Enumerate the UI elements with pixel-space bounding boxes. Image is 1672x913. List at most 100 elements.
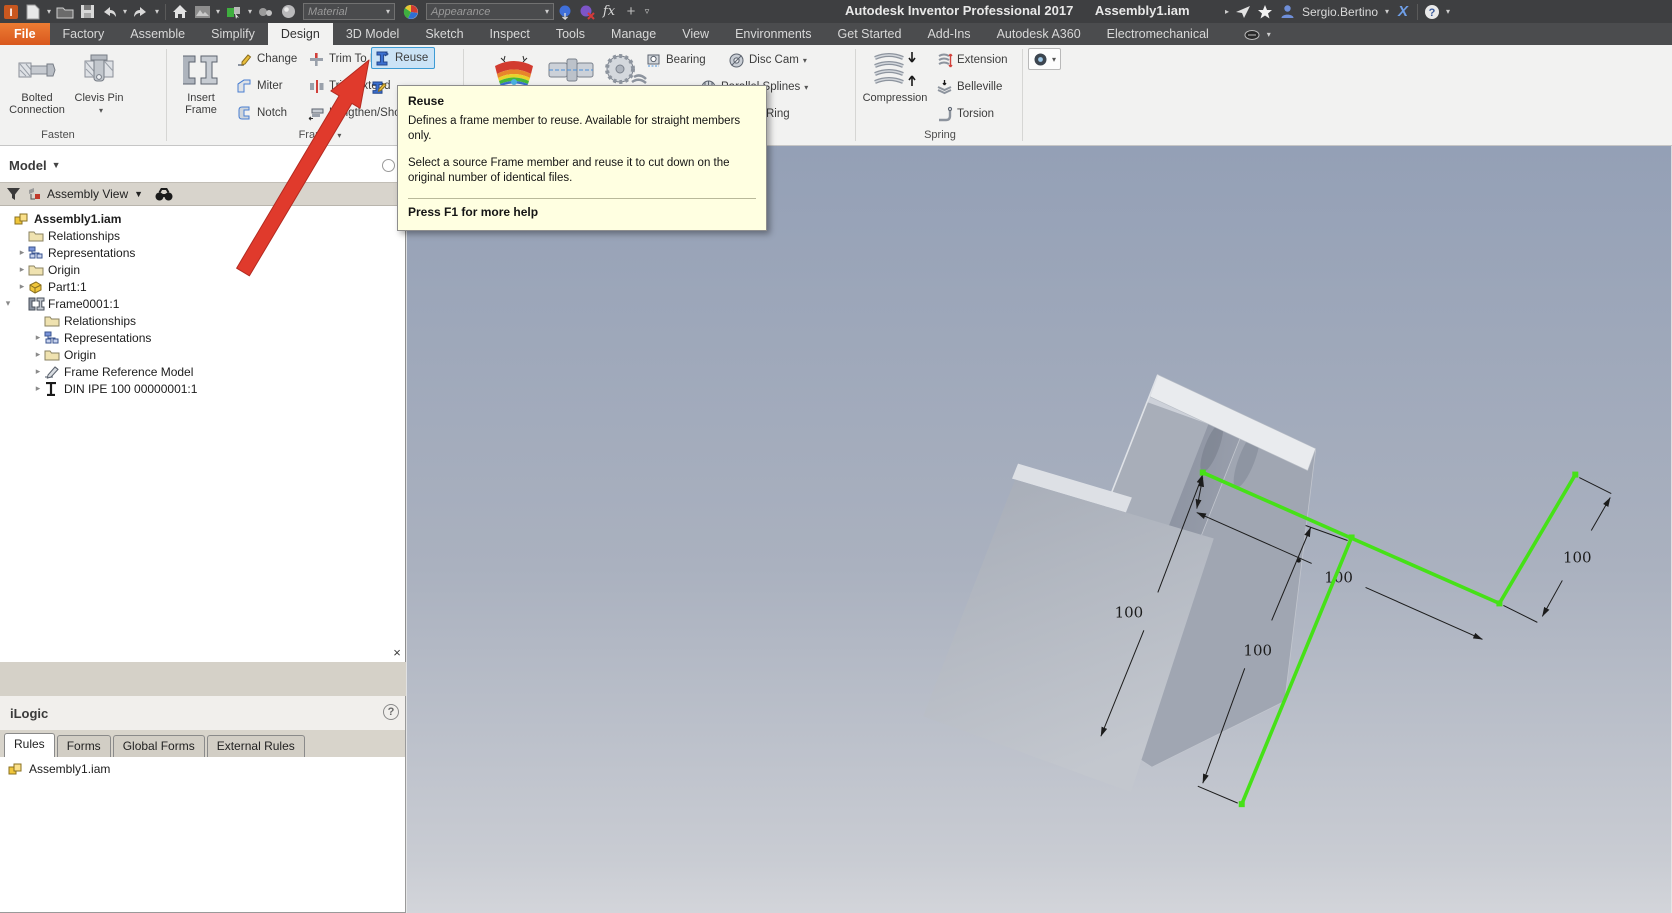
view-selector-caret[interactable]: ▼ xyxy=(134,189,143,199)
tab-autodesk-a360[interactable]: Autodesk A360 xyxy=(984,23,1094,45)
ilogic-item-label[interactable]: Assembly1.iam xyxy=(29,762,110,776)
bolted-connection-button[interactable]: Bolted Connection xyxy=(6,48,68,127)
viewport-3d[interactable]: 100 100 100 100 xyxy=(406,146,1672,913)
tab-sketch[interactable]: Sketch xyxy=(412,23,476,45)
tree-row-din-ipe[interactable]: ▸ DIN IPE 100 00000001:1 xyxy=(32,380,197,397)
help-caret[interactable]: ▾ xyxy=(1443,7,1453,16)
compression-button[interactable]: Compression xyxy=(858,48,932,127)
tree-row-assembly[interactable]: Assembly1.iam xyxy=(2,210,121,227)
ribbon-options-caret[interactable]: ▾ xyxy=(1264,30,1274,39)
tab-inspect[interactable]: Inspect xyxy=(477,23,543,45)
view-selector-label[interactable]: Assembly View xyxy=(47,187,128,201)
tree-label[interactable]: Origin xyxy=(64,348,96,362)
material-combo-caret[interactable]: ▾ xyxy=(386,7,390,16)
tree-row-relationships[interactable]: Relationships xyxy=(16,227,120,244)
tree-label[interactable]: Frame0001:1 xyxy=(48,297,119,311)
tab-environments[interactable]: Environments xyxy=(722,23,824,45)
exchange-apps-icon[interactable]: X xyxy=(1392,3,1414,21)
redo-caret[interactable]: ▾ xyxy=(152,7,162,16)
tree-row-part1[interactable]: ▸ Part1:1 xyxy=(16,278,87,295)
tree-label[interactable]: DIN IPE 100 00000001:1 xyxy=(64,382,197,396)
disc-cam-caret[interactable]: ▾ xyxy=(803,56,807,65)
parallel-splines-caret[interactable]: ▾ xyxy=(804,83,808,92)
tree-row-origin2[interactable]: ▸ Origin xyxy=(32,346,96,363)
close-icon[interactable]: × xyxy=(390,646,404,660)
clear-appearance-icon[interactable] xyxy=(576,3,598,21)
ilogic-tab-external-rules[interactable]: External Rules xyxy=(207,735,305,757)
tab-assemble[interactable]: Assemble xyxy=(117,23,198,45)
tab-electromechanical[interactable]: Electromechanical xyxy=(1094,23,1222,45)
appearance-override-caret[interactable]: ▾ xyxy=(1052,55,1056,64)
qat-customize-caret[interactable]: ▿ xyxy=(642,6,652,17)
ilogic-tab-global-forms[interactable]: Global Forms xyxy=(113,735,205,757)
ilogic-help-icon[interactable]: ? xyxy=(383,704,399,720)
browser-header[interactable]: Model ▼ xyxy=(0,150,405,180)
user-avatar-icon[interactable] xyxy=(1276,3,1298,21)
disc-cam-button[interactable]: Disc Cam ▾ xyxy=(728,49,807,71)
panel-label-spring[interactable]: Spring xyxy=(890,129,990,143)
parameters-fx-icon[interactable]: fx xyxy=(598,3,620,21)
tab-tools[interactable]: Tools xyxy=(543,23,598,45)
expand-right-icon[interactable]: ▸ xyxy=(1222,7,1232,16)
ilogic-list-item[interactable]: Assembly1.iam xyxy=(0,757,404,776)
insert-frame-button[interactable]: Insert Frame xyxy=(172,48,230,127)
expander-icon[interactable]: ▸ xyxy=(32,366,44,377)
browser-options-icon[interactable] xyxy=(382,159,395,172)
tab-manage[interactable]: Manage xyxy=(598,23,669,45)
belleville-button[interactable]: Belleville xyxy=(936,76,1002,98)
save-icon[interactable] xyxy=(76,3,98,21)
tree-row-frame-reference-model[interactable]: ▸ Frame Reference Model xyxy=(32,363,193,380)
extension-button[interactable]: Extension xyxy=(936,49,1008,71)
tree-row-relationships2[interactable]: Relationships xyxy=(32,312,136,329)
bearing-button[interactable]: Bearing xyxy=(645,49,706,71)
torsion-button[interactable]: Torsion xyxy=(936,103,994,125)
new-file-icon[interactable] xyxy=(22,3,44,21)
signed-in-user[interactable]: Sergio.Bertino xyxy=(1302,5,1378,19)
material-ball-icon[interactable] xyxy=(277,3,299,21)
render-image-icon[interactable] xyxy=(191,3,213,21)
expander-icon[interactable]: ▸ xyxy=(16,264,28,275)
expander-icon[interactable]: ▸ xyxy=(16,247,28,258)
reuse-button[interactable]: Reuse xyxy=(371,47,435,69)
tab-get-started[interactable]: Get Started xyxy=(825,23,915,45)
tree-label[interactable]: Assembly1.iam xyxy=(34,212,121,226)
clevis-pin-button[interactable]: Clevis Pin ▾ xyxy=(70,48,128,127)
color-wheel-icon[interactable] xyxy=(400,3,422,21)
tree-label[interactable]: Frame Reference Model xyxy=(64,365,193,379)
redo-icon[interactable] xyxy=(130,3,152,21)
adjust-appearance-icon[interactable] xyxy=(554,3,576,21)
open-icon[interactable] xyxy=(54,3,76,21)
change-reuse-button[interactable] xyxy=(371,76,392,98)
component-select-icon[interactable] xyxy=(223,3,245,21)
appearance-combobox[interactable]: Appearance ▾ xyxy=(426,3,554,20)
expander-icon[interactable]: ▸ xyxy=(32,349,44,360)
home-icon[interactable] xyxy=(169,3,191,21)
undo-caret[interactable]: ▾ xyxy=(120,7,130,16)
tab-simplify[interactable]: Simplify xyxy=(198,23,268,45)
tree-label[interactable]: Part1:1 xyxy=(48,280,87,294)
browser-header-caret[interactable]: ▼ xyxy=(52,160,61,170)
filter-icon[interactable] xyxy=(6,187,21,201)
undo-icon[interactable] xyxy=(98,3,120,21)
tab-design[interactable]: Design xyxy=(268,23,333,45)
notch-button[interactable]: Notch xyxy=(236,102,287,124)
tree-row-origin[interactable]: ▸ Origin xyxy=(16,261,80,278)
tree-label[interactable]: Representations xyxy=(48,246,135,260)
tab-file[interactable]: File xyxy=(0,23,50,45)
tree-row-representations[interactable]: ▸ Representations xyxy=(16,244,135,261)
panel-label-fasten[interactable]: Fasten xyxy=(8,129,108,143)
appearance-override-dropdown[interactable]: ▾ xyxy=(1028,48,1061,70)
find-binoculars-icon[interactable] xyxy=(155,188,173,201)
tab-view[interactable]: View xyxy=(669,23,722,45)
send-feedback-icon[interactable] xyxy=(1232,3,1254,21)
expander-icon[interactable]: ▸ xyxy=(16,281,28,292)
ilogic-tab-forms[interactable]: Forms xyxy=(57,735,111,757)
tree-row-representations2[interactable]: ▸ Representations xyxy=(32,329,151,346)
tree-label[interactable]: Origin xyxy=(48,263,80,277)
favorites-star-icon[interactable] xyxy=(1254,3,1276,21)
tree-label[interactable]: Representations xyxy=(64,331,151,345)
material-combobox[interactable]: Material ▾ xyxy=(303,3,395,20)
ribbon-display-options[interactable]: ▾ xyxy=(1244,23,1274,45)
select-caret[interactable]: ▾ xyxy=(245,7,255,16)
tab-factory[interactable]: Factory xyxy=(50,23,118,45)
